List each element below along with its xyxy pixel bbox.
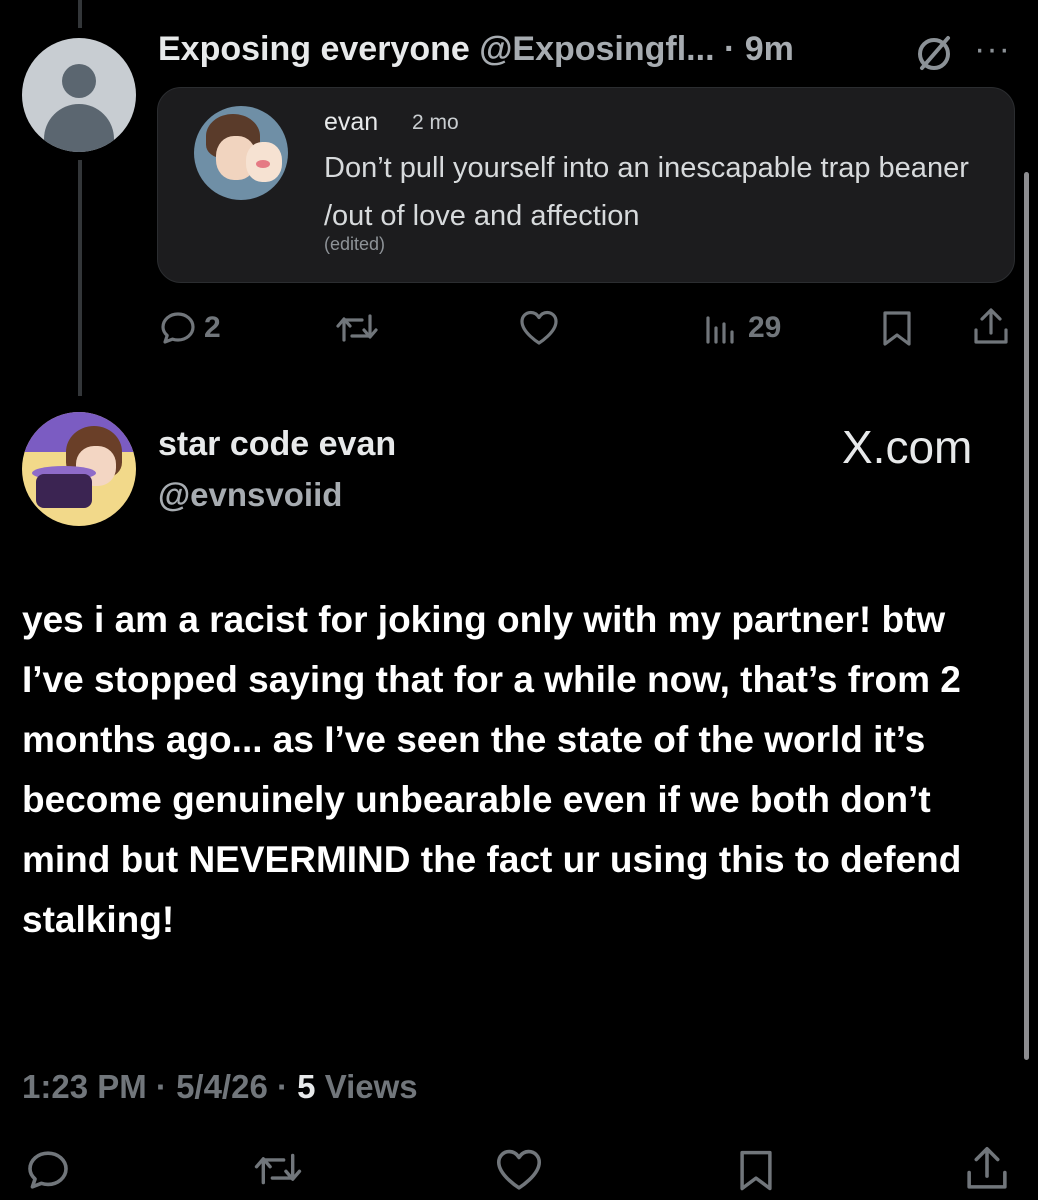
reply-count: 2 [204, 311, 221, 344]
quote-edited-label: (edited) [324, 234, 386, 254]
views-button[interactable]: 29 [702, 308, 781, 348]
post-header: Exposing everyone @Exposingfl... · 9m [158, 30, 794, 69]
views-icon [706, 316, 734, 344]
share-button-bottom[interactable] [962, 1144, 1012, 1194]
reply-avatar[interactable] [22, 412, 136, 526]
views-total: 5 [297, 1068, 316, 1105]
reply-author-handle[interactable]: @evnsvoiid [158, 476, 342, 514]
meta-separator: · [155, 1068, 177, 1105]
thread-line-top [78, 0, 82, 28]
quoted-post-card[interactable]: evan 2 mo Don’t pull yourself into an in… [157, 87, 1015, 283]
share-icon [974, 308, 1008, 344]
like-icon [496, 1149, 542, 1190]
avatar-blush [256, 160, 270, 168]
reply-button-bottom[interactable] [24, 1146, 72, 1194]
reply-icon [28, 1151, 68, 1189]
post-time[interactable]: · 9m [724, 30, 794, 68]
like-button-bottom[interactable] [494, 1146, 544, 1194]
reply-icon [161, 312, 195, 344]
quote-author-name: evan [324, 108, 379, 136]
muted-icon[interactable] [914, 34, 954, 79]
avatar-cake [36, 474, 92, 508]
repost-button-bottom[interactable] [252, 1146, 304, 1192]
meta-separator: · [276, 1068, 298, 1105]
like-icon [520, 310, 558, 345]
like-button[interactable] [518, 308, 560, 348]
repost-button[interactable] [334, 308, 380, 348]
quote-avatar[interactable] [194, 106, 288, 200]
repost-icon [336, 314, 378, 342]
avatar[interactable] [22, 38, 136, 152]
thread-line [78, 160, 82, 396]
author-name[interactable]: Exposing everyone [158, 30, 470, 68]
bookmark-icon [740, 1150, 772, 1191]
reply-button[interactable]: 2 [158, 308, 221, 348]
bookmark-button-bottom[interactable] [734, 1146, 778, 1194]
post-body: yes i am a racist for joking only with m… [22, 599, 962, 940]
views-count: 29 [748, 311, 782, 344]
watermark: X.com [842, 421, 973, 473]
share-button[interactable] [970, 306, 1012, 348]
post-meta: 1:23 PM · 5/4/26 · 5 Views [22, 1068, 418, 1106]
post-date[interactable]: 5/4/26 [176, 1068, 268, 1105]
post-timestamp[interactable]: 1:23 PM [22, 1068, 147, 1105]
quote-time: 2 mo [412, 111, 459, 134]
more-icon[interactable]: ··· [974, 30, 1011, 69]
author-handle[interactable]: @Exposingfl... [479, 30, 714, 68]
bookmark-button[interactable] [878, 308, 916, 348]
default-avatar-head [62, 64, 96, 98]
repost-icon [254, 1153, 302, 1185]
share-icon [967, 1146, 1007, 1189]
views-label: Views [324, 1068, 418, 1105]
bookmark-icon [883, 311, 911, 346]
scrollbar[interactable] [1024, 172, 1029, 1060]
reply-author-name[interactable]: star code evan [158, 425, 396, 464]
default-avatar-body [44, 104, 114, 152]
quote-text: Don’t pull yourself into an inescapable … [324, 152, 969, 232]
